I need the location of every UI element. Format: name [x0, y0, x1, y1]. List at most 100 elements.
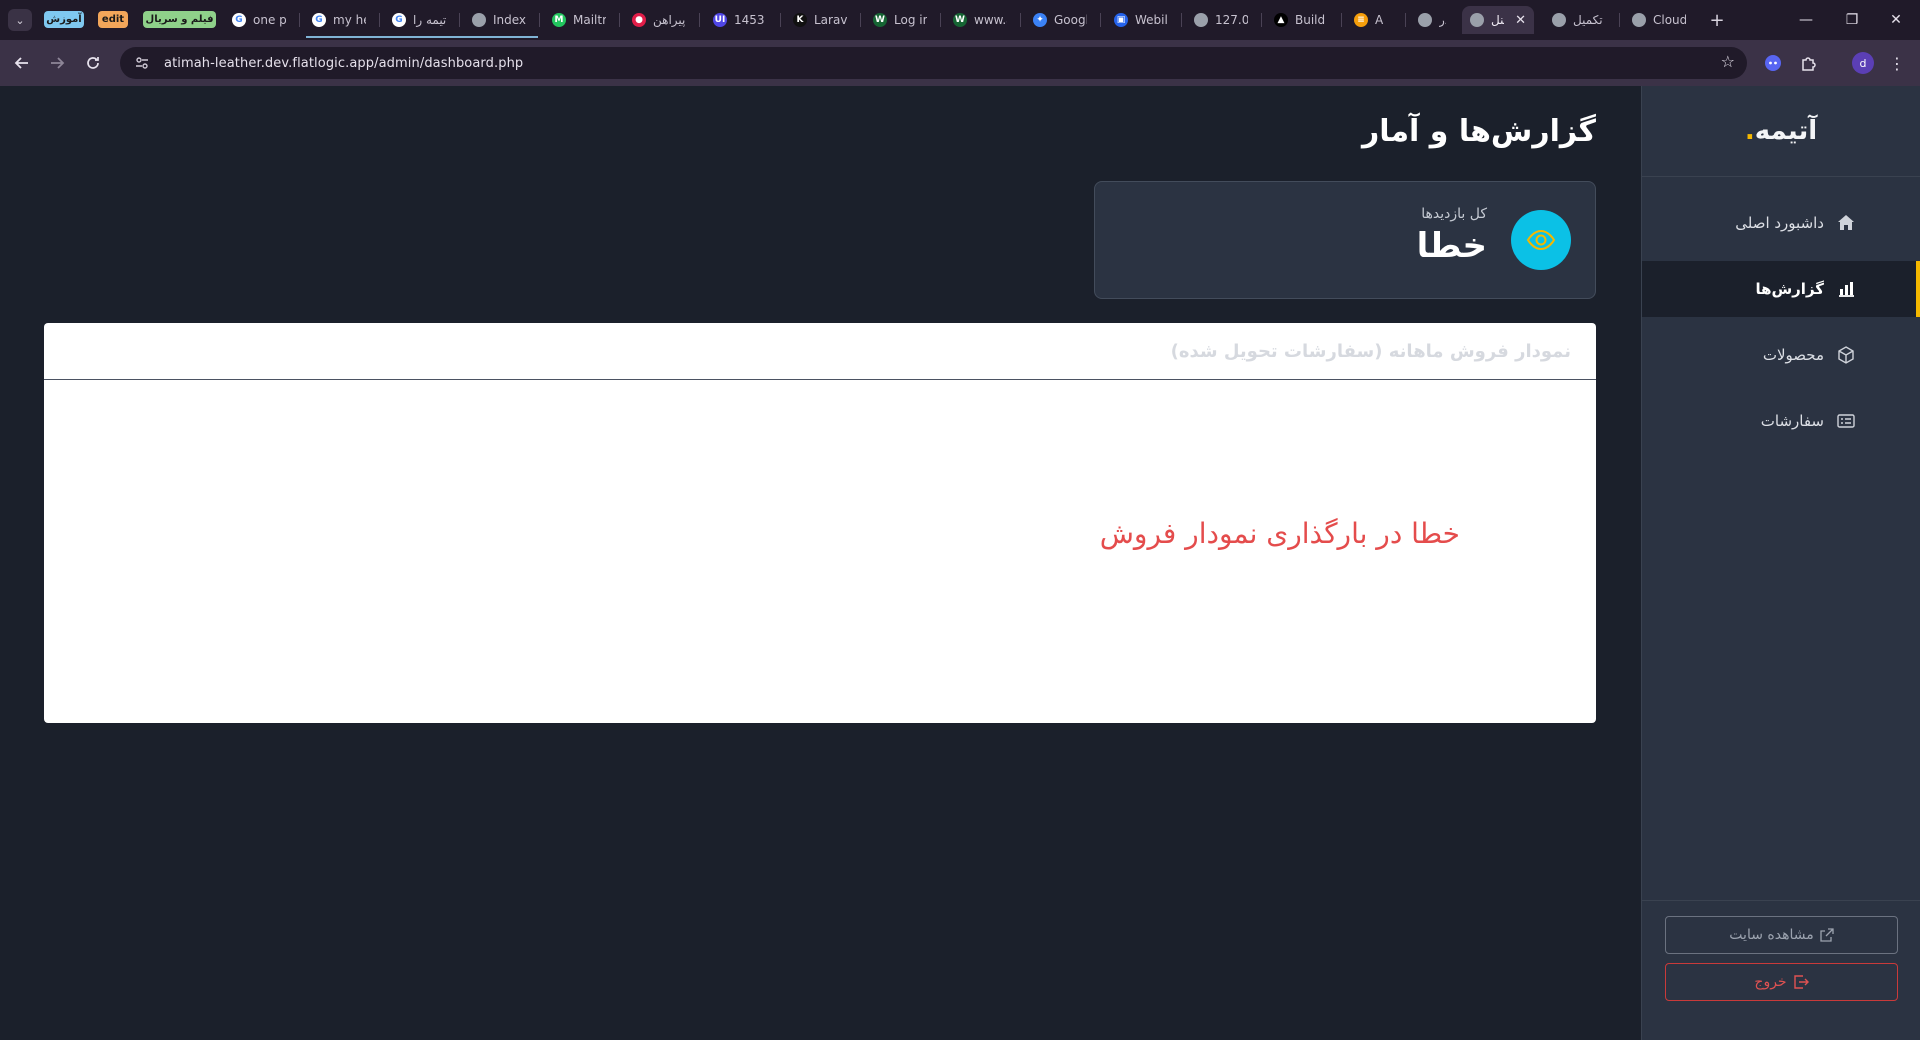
tab-separator: [459, 13, 460, 27]
stat-value: خطا: [1416, 226, 1487, 266]
tab-title: Webil: [1135, 13, 1168, 27]
tab-title: Cloud: [1653, 13, 1686, 27]
minimize-button[interactable]: —: [1780, 0, 1832, 40]
globe-icon: [1470, 13, 1484, 27]
chart-error-message: خطا در بارگذاری نمودار فروش: [1099, 517, 1460, 550]
browser-tab[interactable]: ▣ Webil: [1106, 6, 1176, 34]
browser-tab[interactable]: پنل ✕: [1462, 6, 1534, 34]
logout-label: خروج: [1754, 974, 1787, 990]
browser-tab[interactable]: Index: [464, 6, 534, 34]
browser-tab[interactable]: G اتیمه را: [384, 6, 454, 34]
sidebar-nav: داشبورد اصلی گزارش‌ها محصولات سفارشات: [1642, 177, 1920, 449]
browser-tab[interactable]: تکمیل: [1544, 6, 1614, 34]
bookmark-chip-film[interactable]: فیلم و سریال: [143, 11, 216, 28]
sidebar-item-reports[interactable]: گزارش‌ها: [1642, 261, 1920, 317]
reload-button[interactable]: [80, 50, 106, 76]
tab-separator: [860, 13, 861, 27]
browser-tab-strip: ⌄ آموزش edit فیلم و سریال Gone pu Gmy he G…: [0, 0, 1920, 40]
browser-tab[interactable]: Gone pu: [224, 6, 294, 34]
browser-tab[interactable]: ● پیراهن: [624, 6, 694, 34]
bar-chart-icon: [1839, 282, 1854, 297]
chart-header: نمودار فروش ماهانه (سفارشات تحویل شده): [44, 323, 1596, 380]
site-icon: ●: [632, 13, 646, 27]
google-icon: G: [232, 13, 246, 27]
tab-separator: [1341, 13, 1342, 27]
mailtrap-icon: M: [552, 13, 566, 27]
browser-tab[interactable]: K Larave: [785, 6, 855, 34]
external-link-icon: [1820, 928, 1834, 942]
logout-button[interactable]: خروج: [1665, 963, 1898, 1001]
sales-chart-card: نمودار فروش ماهانه (سفارشات تحویل شده) خ…: [44, 323, 1596, 723]
arrow-left-icon: [14, 57, 28, 69]
arrow-right-icon: [51, 57, 65, 69]
browser-tab[interactable]: ≡ A: [1346, 6, 1400, 34]
tab-separator: [299, 13, 300, 27]
tab-separator: [780, 13, 781, 27]
sidebar-footer: مشاهده سایت خروج: [1642, 900, 1920, 1040]
new-tab-button[interactable]: +: [1705, 8, 1729, 32]
browser-tab[interactable]: ▲ Build: [1266, 6, 1336, 34]
tab-separator: [1100, 13, 1101, 27]
browser-tab[interactable]: در: [1410, 6, 1454, 34]
browser-tab[interactable]: Wwww.a: [945, 6, 1015, 34]
tab-title: 1453 U: [734, 13, 767, 27]
globe-icon: [1418, 13, 1432, 27]
tab-separator: [699, 13, 700, 27]
globe-icon: [1194, 13, 1208, 27]
bookmark-chip-amoozesh[interactable]: آموزش: [44, 11, 84, 28]
close-tab-icon[interactable]: ✕: [1515, 13, 1526, 28]
tab-separator: [539, 13, 540, 27]
tab-title: www.a: [974, 13, 1007, 27]
extension-discord-icon[interactable]: [1761, 51, 1785, 75]
bookmark-label: آموزش: [46, 14, 82, 25]
w-icon: W: [873, 13, 887, 27]
laravel-icon: K: [793, 13, 807, 27]
webil-icon: ▣: [1114, 13, 1128, 27]
sidebar-item-products[interactable]: محصولات: [1642, 327, 1920, 383]
forward-button[interactable]: [44, 50, 70, 76]
tab-separator: [1405, 13, 1406, 27]
stat-icon-circle: [1511, 210, 1571, 270]
close-window-button[interactable]: ✕: [1870, 0, 1920, 40]
main-content: گزارش‌ها و آمار کل بازدیدها خطا نمودار ف…: [44, 86, 1596, 1040]
chart-title: نمودار فروش ماهانه (سفارشات تحویل شده): [1170, 340, 1571, 362]
browser-tab[interactable]: ✦ Googl: [1025, 6, 1095, 34]
browser-tab[interactable]: Gmy he: [304, 6, 374, 34]
browser-tab[interactable]: Cloud: [1624, 6, 1694, 34]
bookmark-chip-edit[interactable]: edit: [98, 11, 128, 28]
brand-dot: .: [1744, 116, 1755, 146]
bookmark-label: edit: [101, 14, 125, 25]
tab-separator: [379, 13, 380, 27]
globe-icon: [1552, 13, 1566, 27]
tab-separator: [1619, 13, 1620, 27]
tab-group-underline: [306, 36, 538, 38]
browser-tab[interactable]: M Mailtr: [544, 6, 614, 34]
bookmark-star-icon[interactable]: ☆: [1721, 52, 1735, 71]
browser-tab[interactable]: W Log in: [865, 6, 935, 34]
globe-icon: [1632, 13, 1646, 27]
sidebar-item-label: سفارشات: [1760, 412, 1824, 430]
logout-icon: [1793, 975, 1809, 989]
view-site-button[interactable]: مشاهده سایت: [1665, 916, 1898, 954]
tab-title: Build: [1295, 13, 1326, 27]
profile-avatar[interactable]: d: [1851, 51, 1875, 75]
tab-title: Googl: [1054, 13, 1087, 27]
browser-tab[interactable]: 127.0.0: [1186, 6, 1256, 34]
tab-title: Mailtr: [573, 13, 606, 27]
back-button[interactable]: [9, 50, 35, 76]
browser-tab[interactable]: UI 1453 U: [705, 6, 775, 34]
globe-icon: [472, 13, 486, 27]
tab-title: در: [1439, 13, 1446, 27]
extensions-puzzle-icon[interactable]: [1797, 51, 1821, 75]
list-icon: [1837, 414, 1855, 428]
address-bar[interactable]: atimah-leather.dev.flatlogic.app/admin/d…: [120, 47, 1747, 79]
site-info-icon[interactable]: [128, 51, 156, 75]
brand-name: آتیمه: [1754, 116, 1818, 146]
browser-menu-icon[interactable]: ⋮: [1885, 51, 1909, 75]
sidebar-item-dashboard[interactable]: داشبورد اصلی: [1642, 195, 1920, 251]
stat-label: کل بازدیدها: [1421, 206, 1487, 222]
brand-logo[interactable]: آتیمه.: [1642, 86, 1920, 177]
sidebar-item-orders[interactable]: سفارشات: [1642, 393, 1920, 449]
home-icon: [1838, 215, 1854, 230]
tab-search-button[interactable]: ⌄: [8, 9, 32, 31]
